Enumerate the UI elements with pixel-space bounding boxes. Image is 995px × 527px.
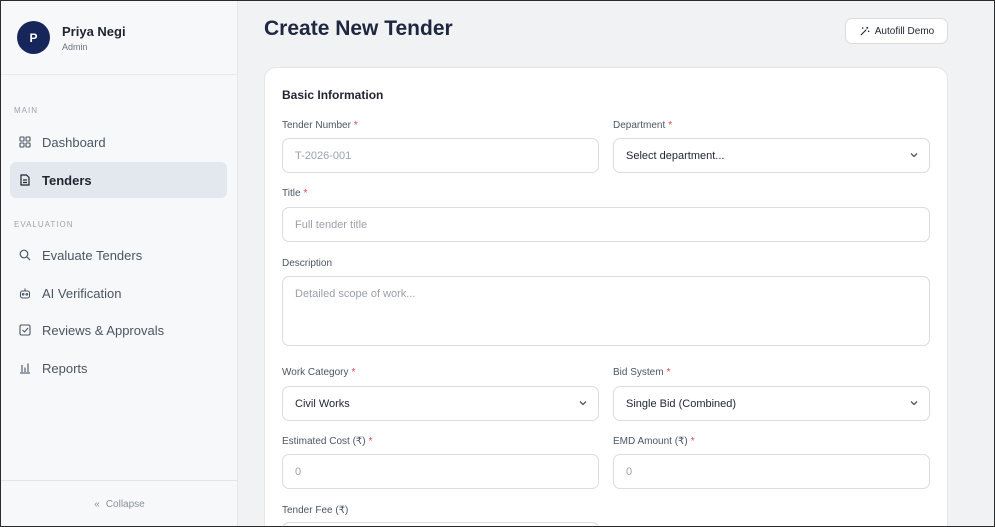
page-title: Create New Tender — [264, 17, 453, 40]
work-category-select[interactable]: Civil Works — [282, 386, 599, 421]
placeholder: Full tender title — [295, 218, 368, 231]
section-title: Basic Information — [282, 88, 384, 102]
section-label-main: MAIN — [14, 106, 38, 115]
collapse-label: Collapse — [105, 499, 145, 510]
sidebar-item-dashboard[interactable]: Dashboard — [10, 124, 227, 160]
required-mark: * — [690, 436, 695, 447]
sidebar-item-reports[interactable]: Reports — [10, 350, 227, 386]
chevron-down-icon — [909, 150, 919, 163]
sidebar-item-evaluate-tenders[interactable]: Evaluate Tenders — [10, 237, 227, 273]
sidebar-item-label: Reports — [42, 360, 88, 376]
label-text: Department — [613, 120, 666, 131]
robot-icon — [19, 287, 31, 299]
sidebar-item-reviews-approvals[interactable]: Reviews & Approvals — [10, 312, 227, 348]
magic-wand-icon — [859, 26, 870, 37]
document-icon — [19, 174, 31, 186]
label-text: Description — [282, 258, 333, 269]
required-mark: * — [666, 367, 671, 378]
label-text: Bid System — [613, 367, 664, 378]
sidebar-item-label: Tenders — [42, 172, 92, 188]
sidebar-item-label: Dashboard — [42, 134, 106, 150]
emd-amount-input[interactable]: 0 — [613, 454, 930, 489]
placeholder: T-2026-001 — [295, 149, 352, 162]
user-role: Admin — [62, 41, 88, 52]
sidebar-item-label: Reviews & Approvals — [42, 322, 165, 338]
app-window: P Priya Negi Admin MAIN Dashboard Tender… — [0, 0, 995, 527]
section-label-evaluation: EVALUATION — [14, 220, 74, 229]
chevron-down-icon — [578, 398, 588, 411]
user-profile[interactable]: P Priya Negi Admin — [1, 1, 237, 75]
placeholder: 0 — [295, 465, 302, 478]
chevron-down-icon — [909, 398, 919, 411]
sidebar: P Priya Negi Admin MAIN Dashboard Tender… — [1, 1, 238, 526]
bid-system-label: Bid System * — [613, 367, 670, 378]
estimated-cost-input[interactable]: 0 — [282, 454, 599, 489]
title-input[interactable]: Full tender title — [282, 207, 930, 242]
bar-chart-icon — [19, 362, 31, 374]
select-value: Single Bid (Combined) — [626, 397, 737, 410]
select-value: Select department... — [626, 149, 725, 162]
required-mark: * — [353, 120, 358, 131]
emd-amount-label: EMD Amount (₹) * — [613, 436, 695, 447]
sidebar-item-label: AI Verification — [42, 285, 122, 301]
label-text: Tender Fee (₹) — [282, 505, 349, 516]
title-label: Title * — [282, 188, 307, 199]
collapse-button[interactable]: « Collapse — [1, 480, 238, 526]
tender-fee-input[interactable] — [282, 522, 599, 526]
search-icon — [19, 249, 31, 261]
grid-icon — [19, 136, 31, 148]
checkbox-icon — [19, 324, 31, 336]
department-select[interactable]: Select department... — [613, 138, 930, 173]
user-name: Priya Negi — [62, 23, 126, 39]
autofill-demo-button[interactable]: Autofill Demo — [845, 18, 948, 44]
bid-system-select[interactable]: Single Bid (Combined) — [613, 386, 930, 421]
sidebar-item-label: Evaluate Tenders — [42, 247, 143, 263]
tender-number-input[interactable]: T-2026-001 — [282, 138, 599, 173]
work-category-label: Work Category * — [282, 367, 355, 378]
placeholder: 0 — [626, 465, 633, 478]
sidebar-item-tenders[interactable]: Tenders — [10, 162, 227, 198]
description-textarea[interactable]: Detailed scope of work... — [282, 276, 930, 346]
required-mark: * — [303, 188, 308, 199]
department-label: Department * — [613, 120, 672, 131]
label-text: Tender Number — [282, 120, 351, 131]
placeholder: Detailed scope of work... — [295, 288, 416, 300]
label-text: Title — [282, 188, 301, 199]
autofill-label: Autofill Demo — [874, 25, 935, 37]
double-chevron-left-icon: « — [94, 499, 100, 510]
sidebar-item-ai-verification[interactable]: AI Verification — [10, 275, 227, 311]
label-text: Estimated Cost (₹) — [282, 436, 366, 447]
required-mark: * — [368, 436, 373, 447]
select-value: Civil Works — [295, 397, 350, 410]
required-mark: * — [351, 367, 356, 378]
tender-number-label: Tender Number * — [282, 120, 358, 131]
label-text: Work Category — [282, 367, 349, 378]
label-text: EMD Amount (₹) — [613, 436, 688, 447]
tender-fee-label: Tender Fee (₹) — [282, 505, 348, 516]
required-mark: * — [668, 120, 673, 131]
estimated-cost-label: Estimated Cost (₹) * — [282, 436, 373, 447]
description-label: Description — [282, 258, 332, 269]
avatar: P — [17, 21, 50, 54]
